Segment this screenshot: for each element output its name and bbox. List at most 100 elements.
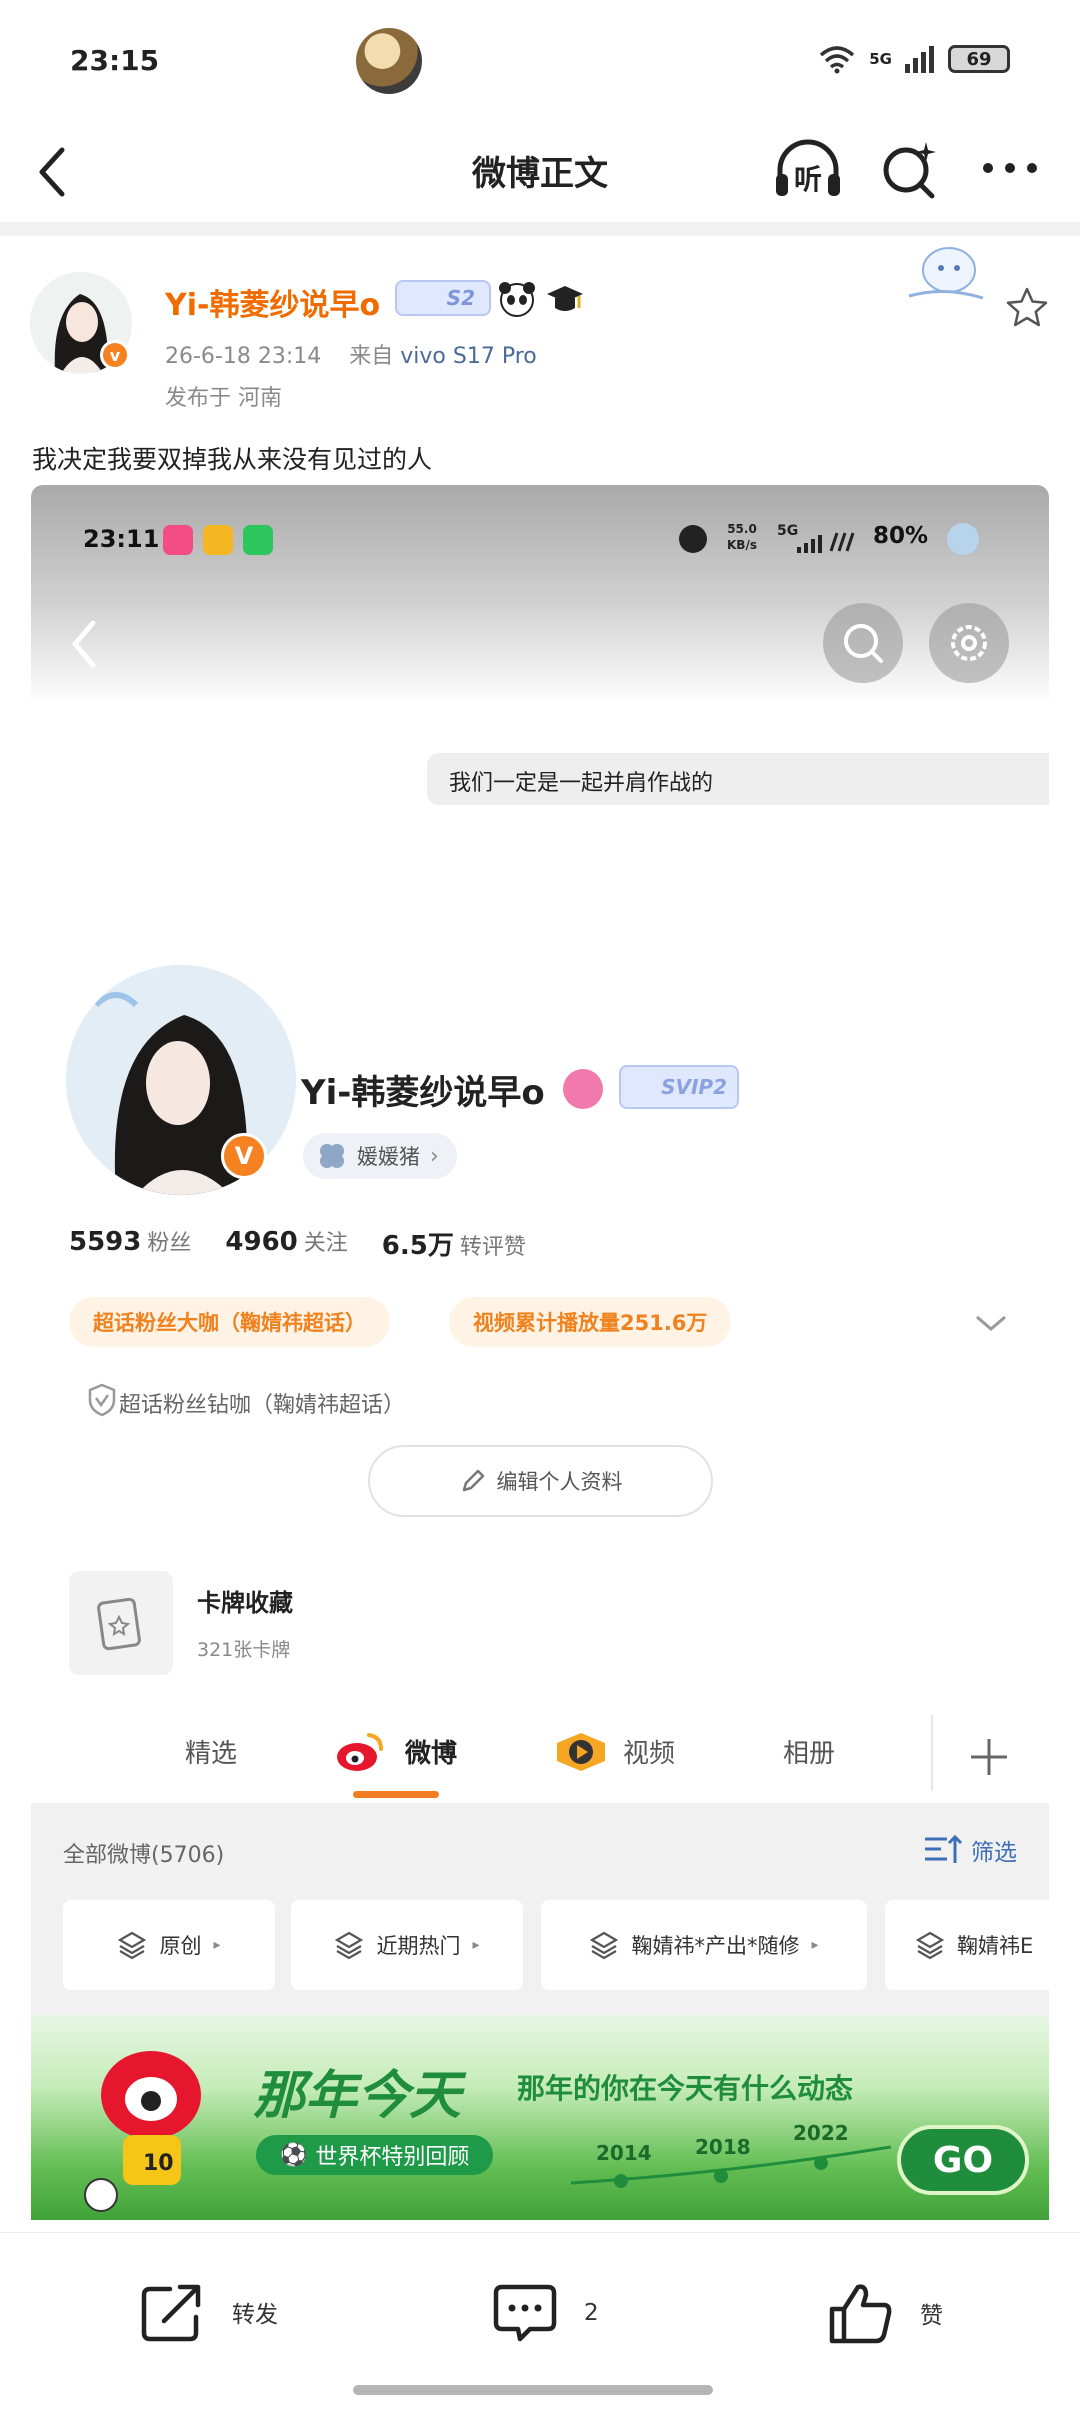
stat-following-unit: 关注 — [303, 1231, 348, 1256]
top-nav: 微博正文 听 — [0, 124, 1080, 224]
comment-icon — [493, 2284, 557, 2342]
stat-following: 4960 关注 — [225, 1225, 347, 1262]
level-badge-text: S2 — [446, 286, 475, 310]
tag-video-plays: 视频累计播放量251.6万 — [449, 1297, 732, 1347]
filter-label: 筛选 — [971, 1840, 1017, 1866]
year-2014: 2014 — [596, 2141, 652, 2165]
post-device[interactable]: vivo S17 Pro — [400, 344, 536, 369]
signal-icon — [905, 46, 934, 73]
post-date: 26-6-18 23:14 — [165, 344, 322, 369]
like-button[interactable]: 赞 — [828, 2281, 943, 2345]
chip-arrow-icon: ▸ — [213, 1937, 221, 1953]
nickname-pill: 媛媛猪 › — [303, 1133, 457, 1179]
svip-badge-text: SVIP2 — [661, 1075, 727, 1099]
chip-topic: 鞠婧祎*产出*随修 ▸ — [541, 1900, 867, 1990]
pencil-icon — [462, 1469, 484, 1492]
wechat-app-icon — [243, 525, 273, 555]
flower-icon — [947, 523, 979, 555]
layers-icon — [915, 1931, 945, 1960]
stat-engagement-value: 6.5万 — [381, 1231, 454, 1261]
edit-profile-button: 编辑个人资料 — [368, 1445, 713, 1517]
image-net-speed: 55.0 KB/s — [727, 521, 757, 553]
weibo-app-icon — [203, 525, 233, 555]
stat-fans: 5593 粉丝 — [69, 1225, 191, 1262]
tab-video: 视频 — [623, 1739, 676, 1769]
banner-pill-label: 世界杯特别回顾 — [315, 2145, 470, 2170]
edit-profile-label: 编辑个人资料 — [496, 1470, 623, 1494]
layers-icon — [590, 1931, 619, 1960]
post-text: 我决定我要双掉我从来没有见过的人 — [32, 445, 433, 474]
chip-topic-2-label: 鞠婧祎E — [957, 1934, 1034, 1958]
tab-featured: 精选 — [185, 1739, 238, 1769]
card-icon — [97, 1597, 141, 1651]
filter-icon — [925, 1834, 963, 1863]
mascot-icon: 10 — [84, 2051, 201, 2212]
comment-button[interactable]: 2 — [492, 2281, 599, 2345]
filter-button: 筛选 — [923, 1833, 1017, 1867]
svip-badge: SVIP2 — [619, 1065, 739, 1109]
panda-icon — [499, 282, 535, 317]
image-signal-icon — [797, 532, 855, 553]
more-icon[interactable] — [980, 158, 1040, 178]
chip-arrow-icon: ▸ — [472, 1937, 480, 1953]
banner-subtitle: 那年的你在今天有什么动态 — [517, 2072, 854, 2105]
listen-button[interactable]: 听 — [772, 134, 844, 204]
repost-icon — [141, 2284, 201, 2342]
floating-avatar[interactable] — [356, 28, 422, 94]
image-network: 5G — [777, 523, 799, 539]
chip-topic-2: 鞠婧祎E — [885, 1900, 1049, 1990]
stat-fans-value: 5593 — [69, 1227, 142, 1257]
year-2018: 2018 — [695, 2135, 751, 2159]
image-settings-button — [929, 603, 1009, 683]
banner-title: 那年今天 — [253, 2066, 462, 2126]
nickname-text: 媛媛猪 — [357, 1145, 420, 1169]
repost-button[interactable]: 转发 — [140, 2281, 278, 2343]
post-action-bar: 转发 2 赞 — [0, 2232, 1080, 2372]
favorite-star-icon[interactable] — [1005, 286, 1049, 328]
image-battery: 80% — [873, 523, 929, 549]
search-ai-icon[interactable] — [880, 138, 940, 202]
tab-weibo: 微博 — [405, 1739, 458, 1769]
author-name[interactable]: Yi-韩菱纱说早o — [165, 280, 380, 324]
home-indicator[interactable] — [353, 2385, 713, 2395]
repost-label: 转发 — [232, 2302, 278, 2328]
gear-icon — [951, 625, 987, 661]
stat-engagement-unit: 转评赞 — [459, 1235, 526, 1260]
post-meta: 26-6-18 23:14 来自 vivo S17 Pro — [165, 338, 537, 370]
shield-icon — [88, 1383, 116, 1417]
weibo-logo-icon — [337, 1733, 383, 1771]
image-back-icon — [72, 620, 96, 668]
cartoon-sticker-icon — [908, 247, 984, 300]
like-label: 赞 — [920, 2303, 943, 2329]
active-tab-indicator — [353, 1791, 439, 1798]
fan-level-line: 超话粉丝钻咖（鞠婧祎超话） — [119, 1393, 406, 1418]
chip-topic-label: 鞠婧祎*产出*随修 — [631, 1934, 800, 1958]
verified-badge: v — [100, 340, 130, 370]
layers-icon — [118, 1931, 147, 1960]
stat-following-value: 4960 — [225, 1227, 298, 1257]
post-image[interactable]: 23:11 55.0 KB/s 5G 80% 我们一定是一起并肩作战的 V Yi… — [31, 485, 1049, 2220]
tab-album: 相册 — [783, 1739, 836, 1769]
banner-pill: ⚽ 世界杯特别回顾 — [256, 2135, 494, 2175]
image-search-icon — [844, 624, 883, 663]
graduation-cap-icon — [547, 286, 583, 311]
profile-search-badge-icon — [563, 1069, 603, 1109]
soccer-ball-icon: ⚽ — [280, 2142, 308, 2168]
image-search-button — [823, 603, 903, 683]
layers-icon — [335, 1931, 364, 1960]
profile-name: Yi-韩菱纱说早o — [301, 1073, 545, 1113]
battery-indicator: 69 — [948, 45, 1010, 73]
tag-super-fan: 超话粉丝大咖（鞠婧祎超话） — [69, 1297, 390, 1347]
chip-original-label: 原创 — [159, 1934, 202, 1958]
memories-banner: 10 那年今天 那年的你在今天有什么动态 ⚽ 世界杯特别回顾 2014 2018… — [31, 2015, 1049, 2220]
level-badge: S2 — [395, 280, 491, 316]
message-bubble: 我们一定是一起并肩作战的 — [427, 753, 1049, 805]
post-from-label: 来自 — [349, 344, 394, 369]
banner-go-button: GO — [897, 2125, 1029, 2195]
chip-recent-hot-label: 近期热门 — [376, 1934, 461, 1958]
post-location: 发布于 河南 — [165, 386, 282, 411]
comment-count: 2 — [584, 2300, 599, 2326]
image-net-speed-value: 55.0 — [727, 522, 757, 536]
profile-verified-badge: V — [221, 1133, 267, 1179]
chevron-right-icon: › — [430, 1143, 439, 1169]
